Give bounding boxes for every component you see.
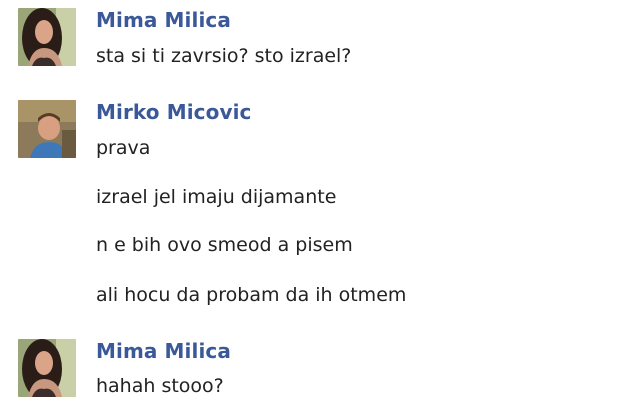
profile-photo-woman-icon[interactable]	[18, 8, 76, 66]
message-text: izrael jel imaju dijamante	[96, 186, 337, 208]
message-text: ali hocu da probam da ih otmem	[96, 284, 407, 306]
sender-name[interactable]: Mirko Micovic	[96, 100, 252, 124]
sender-name[interactable]: Mima Milica	[96, 339, 231, 363]
message-text: sta si ti zavrsio? sto izrael?	[96, 45, 352, 67]
sender-name[interactable]: Mima Milica	[96, 8, 231, 32]
message-text: prava	[96, 137, 151, 159]
profile-photo-woman-icon[interactable]	[18, 339, 76, 397]
message-text: n e bih ovo smeod a pisem	[96, 234, 353, 256]
profile-photo-boy-icon[interactable]	[18, 100, 76, 158]
message-text: hahah stooo?	[96, 375, 224, 397]
